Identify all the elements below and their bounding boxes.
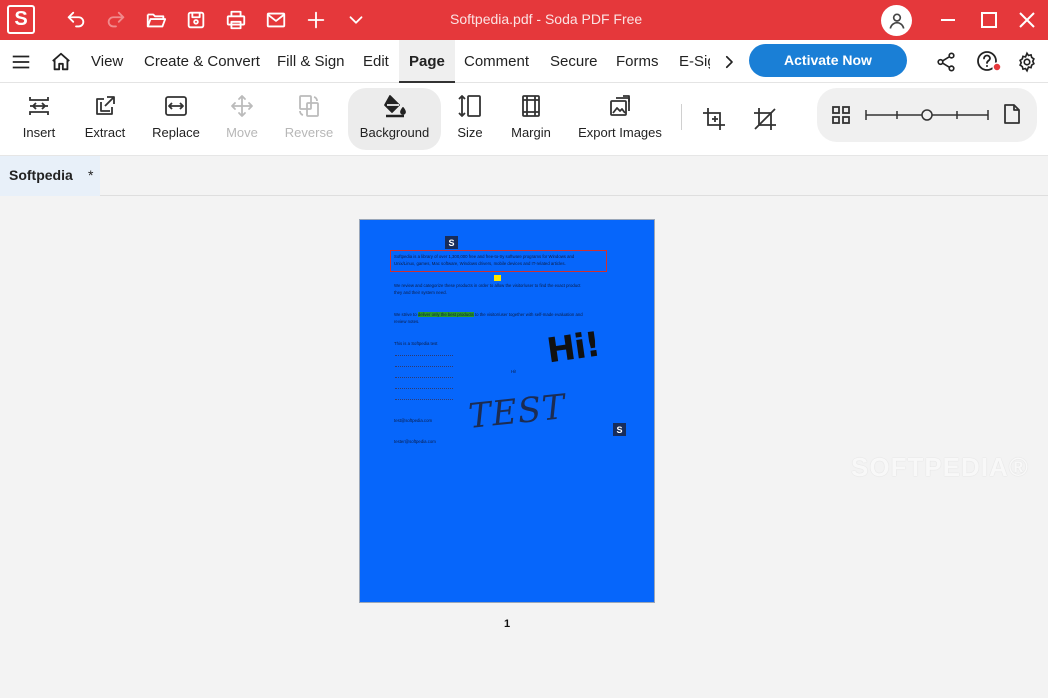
settings-gear-icon[interactable]: [1015, 50, 1039, 74]
link-line[interactable]: [395, 377, 453, 378]
redo-icon: [104, 8, 128, 32]
move-icon: [229, 93, 255, 119]
insert-label: Insert: [22, 125, 56, 140]
minimize-icon[interactable]: [936, 8, 960, 32]
email-icon[interactable]: [264, 8, 288, 32]
add-icon[interactable]: [304, 8, 328, 32]
paragraph-2-line-2: they and their system need.: [394, 290, 447, 295]
menu-forms[interactable]: Forms: [616, 40, 659, 83]
email-2[interactable]: tester@softpedia.com: [394, 439, 436, 444]
menu-view[interactable]: View: [91, 40, 123, 83]
link-line[interactable]: [395, 366, 453, 367]
paragraph-1-line-2: Unix/Linux, games, Mac software, Windows…: [394, 261, 566, 266]
export-images-button[interactable]: Export Images: [575, 83, 665, 156]
paint-bucket-icon: [382, 93, 408, 119]
document-tab[interactable]: Softpedia *: [0, 156, 100, 196]
margin-label: Margin: [511, 125, 551, 140]
softpedia-watermark: SOFTPEDIA®: [851, 452, 1029, 482]
crop-button[interactable]: [701, 83, 727, 156]
extract-button[interactable]: Extract: [79, 83, 131, 156]
menu-create-convert[interactable]: Create & Convert: [144, 40, 260, 83]
paragraph-3-line-2: review notes.: [394, 319, 420, 324]
move-button[interactable]: Move: [222, 83, 262, 156]
background-button[interactable]: Background: [348, 88, 441, 150]
paragraph-3-suffix: to the visitor/user together with self-m…: [473, 312, 583, 317]
page-ribbon: Insert Extract Replace Move Reverse Back…: [0, 83, 1048, 156]
paragraph-2-line-1: We review and categorize these products …: [394, 283, 581, 288]
move-label: Move: [226, 125, 258, 140]
paragraph-3-prefix: We strive to: [394, 312, 418, 317]
zoom-slider[interactable]: [864, 105, 990, 130]
document-workspace: S Softpedia is a library of over 1,300,0…: [0, 196, 1048, 698]
unsaved-indicator: *: [88, 167, 94, 183]
extract-label: Extract: [84, 125, 126, 140]
crop-add-icon: [701, 106, 727, 132]
undo-icon[interactable]: [64, 8, 88, 32]
handwritten-hi[interactable]: Hi!: [544, 325, 602, 372]
single-page-view-icon[interactable]: [1002, 103, 1022, 130]
soda-pdf-logo[interactable]: S: [7, 5, 35, 34]
small-hi-text: Hi!: [511, 369, 517, 374]
crop-remove-icon: [752, 106, 778, 132]
paragraph-1-line-1: Softpedia is a library of over 1,300,000…: [394, 254, 575, 259]
pdf-page[interactable]: S Softpedia is a library of over 1,300,0…: [359, 219, 655, 603]
home-icon[interactable]: [49, 50, 73, 74]
replace-icon: [163, 93, 189, 119]
document-tab-name: Softpedia: [9, 167, 73, 183]
link-line[interactable]: [395, 399, 453, 400]
close-icon[interactable]: [1015, 8, 1039, 32]
link-line[interactable]: [395, 388, 453, 389]
print-icon[interactable]: [224, 8, 248, 32]
margin-icon: [518, 93, 544, 119]
menu-page[interactable]: Page: [399, 40, 455, 83]
remove-crop-button[interactable]: [752, 83, 778, 156]
handwritten-test[interactable]: TEST: [466, 387, 567, 438]
maximize-icon[interactable]: [977, 8, 1001, 32]
size-button[interactable]: Size: [452, 83, 488, 156]
softpedia-logo: S: [445, 236, 458, 249]
page-number: 1: [504, 618, 511, 630]
reverse-icon: [296, 93, 322, 119]
export-images-label: Export Images: [578, 125, 662, 140]
hamburger-menu-icon[interactable]: [9, 50, 33, 74]
menu-edit[interactable]: Edit: [363, 40, 389, 83]
title-bar: S Softpedia.pdf - Soda PDF Free: [0, 0, 1048, 40]
menu-esign[interactable]: E-Sig: [679, 40, 710, 83]
page-size-icon: [457, 93, 483, 119]
window-title: Softpedia.pdf - Soda PDF Free: [450, 11, 643, 27]
menu-fill-sign[interactable]: Fill & Sign: [277, 40, 345, 83]
menu-comment[interactable]: Comment: [464, 40, 529, 83]
link-line[interactable]: [395, 355, 453, 356]
help-icon[interactable]: [975, 50, 1005, 74]
grid-view-icon[interactable]: [831, 105, 851, 130]
document-tab-strip: Softpedia *: [0, 156, 1048, 196]
view-zoom-panel: [817, 88, 1037, 142]
size-label: Size: [457, 125, 483, 140]
replace-label: Replace: [152, 125, 200, 140]
replace-button[interactable]: Replace: [148, 83, 204, 156]
reverse-label: Reverse: [284, 125, 334, 140]
account-icon[interactable]: [881, 5, 912, 36]
save-icon[interactable]: [184, 8, 208, 32]
menu-secure[interactable]: Secure: [550, 40, 598, 83]
chevron-down-icon[interactable]: [344, 8, 368, 32]
insert-pages-icon: [26, 93, 52, 119]
chevron-right-icon[interactable]: [717, 50, 741, 74]
link-intro: This is a Softpedia test: [394, 341, 438, 346]
extract-icon: [92, 93, 118, 119]
paragraph-3-line-1: We strive to deliver only the best produ…: [394, 312, 583, 317]
activate-now-button[interactable]: Activate Now: [749, 44, 907, 77]
highlighted-text[interactable]: deliver only the best products: [417, 312, 474, 317]
softpedia-logo-small: S: [613, 423, 626, 436]
margin-button[interactable]: Margin: [507, 83, 555, 156]
export-images-icon: [607, 93, 633, 119]
sticky-note-icon[interactable]: [494, 275, 501, 281]
reverse-button[interactable]: Reverse: [282, 83, 336, 156]
email-1[interactable]: test@softpedia.com: [394, 418, 432, 423]
ribbon-separator: [681, 104, 682, 130]
insert-button[interactable]: Insert: [14, 83, 64, 156]
background-label: Background: [359, 125, 430, 140]
share-icon[interactable]: [934, 50, 958, 74]
open-folder-icon[interactable]: [144, 8, 168, 32]
